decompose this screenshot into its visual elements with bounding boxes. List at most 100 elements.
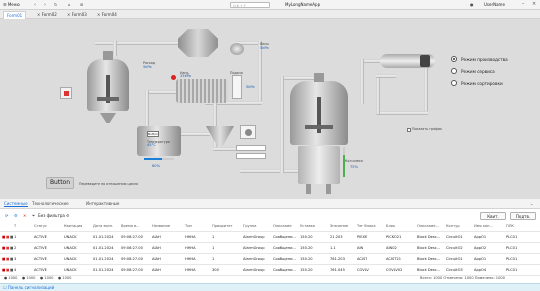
table-cell: Тип [185,224,192,228]
table-cell: Имя кон... [474,224,493,228]
table-cell: PLC01 [506,268,518,272]
notification-icon[interactable]: ● [470,2,474,7]
pipe-vertical [376,74,380,114]
close-icon[interactable]: × [532,1,536,7]
table-cell: 1 [212,235,215,239]
mute-icon[interactable]: ✕ [23,213,26,218]
grid-icon[interactable]: ⊞ [80,2,83,7]
table-cell: 761.045 [330,268,345,272]
alarm-panel-toggle[interactable]: ☐ Панель сигнализаций [3,285,54,290]
table-cell: AIN [357,246,364,250]
table-cell: ACTIVE [34,257,47,261]
show-chart-checkbox[interactable] [407,128,411,132]
row-icon: ■ [6,268,10,272]
tab-form03[interactable]: × Form03 [64,11,90,19]
tab-technological[interactable]: Технологические [32,201,69,206]
ack-button[interactable]: Квит. [480,212,506,220]
table-cell: Block Desc... [417,257,441,261]
count-medium: ● 1000 [40,276,54,280]
main-button[interactable]: Button [46,177,74,189]
table-cell: AppO2 [474,246,487,250]
fan[interactable] [230,43,244,55]
table-cell: PLC01 [506,257,518,261]
level-bar-2 [343,147,345,177]
table-cell: AIAH [152,257,161,261]
search-input[interactable]: Crtl + F [230,2,270,8]
collapse-icon[interactable]: ⌄ [530,201,533,206]
valve-indicator[interactable] [60,87,72,99]
table-cell: Контур [446,224,460,228]
filter-select[interactable]: Без фильтра [38,213,65,218]
tab-form04[interactable]: × Form04 [94,11,120,19]
table-cell: ACTIVE [34,246,47,250]
fan-control[interactable] [240,125,256,139]
radio-dot[interactable] [451,80,457,86]
value-level: 60% [152,164,160,168]
table-cell: Сообщени... [273,257,296,261]
row-icon: ■ [6,246,10,250]
refresh-icon[interactable]: ↻ [54,2,57,7]
mini-button[interactable]: Button [147,131,159,137]
row-icon: ■ [6,257,10,261]
tab-interactive[interactable]: Интерактивные [86,201,119,206]
radio-sorting[interactable]: Режим сортировки [451,80,503,86]
tab-form01[interactable]: Form01 [3,11,27,19]
table-cell: Квитация [64,224,83,228]
table-cell: Время в... [121,224,140,228]
table-cell: Группа [243,224,257,228]
table-cell: 150.20 [300,268,313,272]
motor[interactable] [176,79,228,103]
radio-dot[interactable] [451,68,457,74]
refresh-icon[interactable]: ⟳ [5,213,8,218]
tab-system[interactable]: Системные [4,201,28,207]
motor-panel[interactable] [232,75,242,99]
table-row[interactable]: ■ ■ ■ 2 ACTIVE UNACK 01.01.2024 09:08:27.00 AIAH… [0,243,540,254]
table-row[interactable]: ■ ■ ■ 1 ACTIVE UNACK 01.01.2024 09:08:27.00 AIAH… [0,232,540,243]
table-cell: PICKO21 [386,235,402,239]
menu-button[interactable]: ☰ Меню [3,2,20,7]
minimize-icon[interactable]: – [522,1,525,7]
settings-icon[interactable]: ⚙ [14,213,18,218]
table-cell: AlarmGroup [243,235,265,239]
radio-dot[interactable] [451,56,457,62]
mixer-blade [97,97,119,101]
filter-unit[interactable] [178,29,218,57]
table-cell: AlarmGroup [243,246,265,250]
table-cell: Статус [34,224,48,228]
forward-icon[interactable]: › [44,2,46,8]
table-cell: 21.203 [330,235,343,239]
alarm-icon[interactable] [171,75,176,80]
filter-icon[interactable]: ⏷ [32,213,35,218]
count-critical: ● 1000 [4,276,18,280]
back-icon[interactable]: ‹ [34,2,36,8]
table-cell: 150.20 [300,257,313,261]
gear-icon[interactable]: ⚙ [66,213,70,218]
table-cell: 09:08:27.00 [121,235,143,239]
radio-production[interactable]: Режим производства [451,56,508,62]
label-show-chart[interactable]: Показать график [412,127,442,131]
mode-select[interactable] [236,145,266,151]
container[interactable] [298,146,340,184]
hopper[interactable] [206,126,234,146]
mixer-motor [314,73,324,82]
table-cell: 09:08:27.00 [121,257,143,261]
speed-select[interactable] [236,153,266,159]
table-cell: ACTIVE [34,235,47,239]
table-cell: UNACK [64,268,77,272]
alarm-tabs: Системные Технологические Интерактивные … [0,199,540,209]
table-cell: 2 [14,246,17,250]
table-cell: UNACK [64,257,77,261]
row-icon: ■ [6,235,10,239]
radio-service[interactable]: Режим сервиса [451,68,495,74]
confirm-button[interactable]: Подтв. [510,212,536,220]
table-cell: PIEXE [357,235,368,239]
table-cell: HHHA [185,235,196,239]
count-low: ● 1000 [58,276,72,280]
user-name[interactable]: UserName [484,2,505,7]
form-tabbar: Form01 × Form02 × Form03 × Form04 [0,10,540,19]
pipe-vertical [258,41,262,101]
tab-form02[interactable]: × Form02 [34,11,60,19]
home-icon[interactable]: ⌂ [68,2,71,7]
table-cell: ПЛК [506,224,514,228]
table-row[interactable]: ■ ■ ■ 3 ACTIVE UNACK 01.01.2024 09:08:27.00 AIAH… [0,254,540,265]
